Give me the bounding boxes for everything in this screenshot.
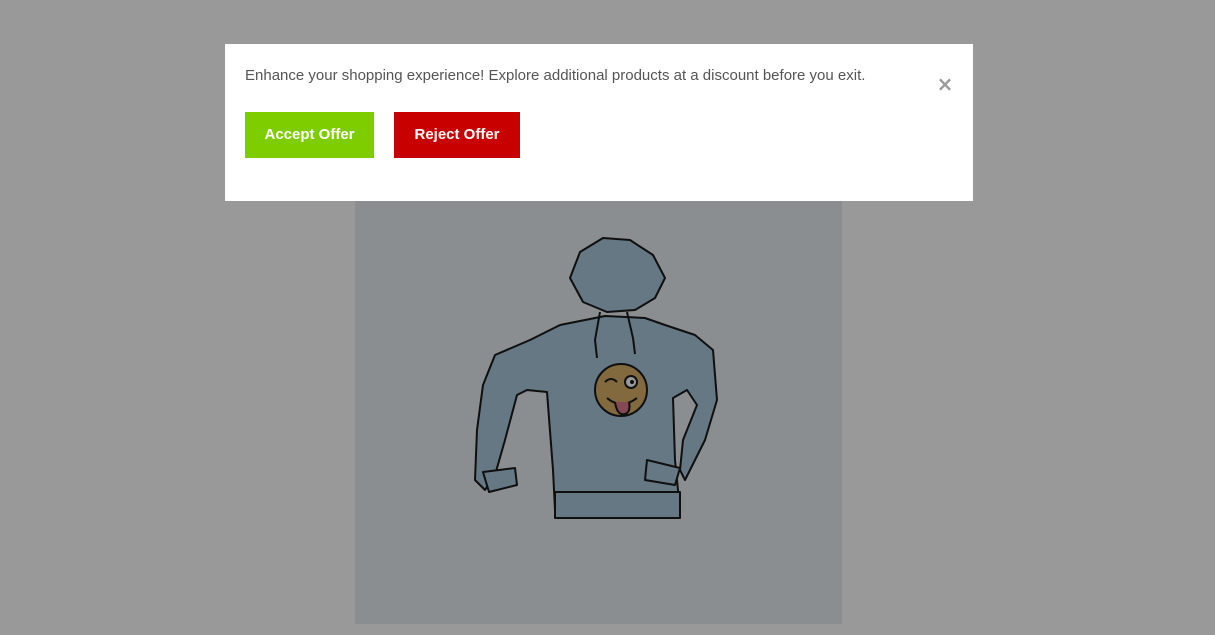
modal-message: Enhance your shopping experience! Explor… bbox=[245, 67, 866, 84]
close-icon[interactable]: × bbox=[933, 72, 957, 96]
page: Special Offer For Your Order bbox=[0, 0, 1215, 635]
accept-offer-button[interactable]: Accept Offer bbox=[245, 112, 374, 158]
offer-modal: Enhance your shopping experience! Explor… bbox=[225, 44, 973, 201]
reject-offer-button[interactable]: Reject Offer bbox=[394, 112, 520, 158]
